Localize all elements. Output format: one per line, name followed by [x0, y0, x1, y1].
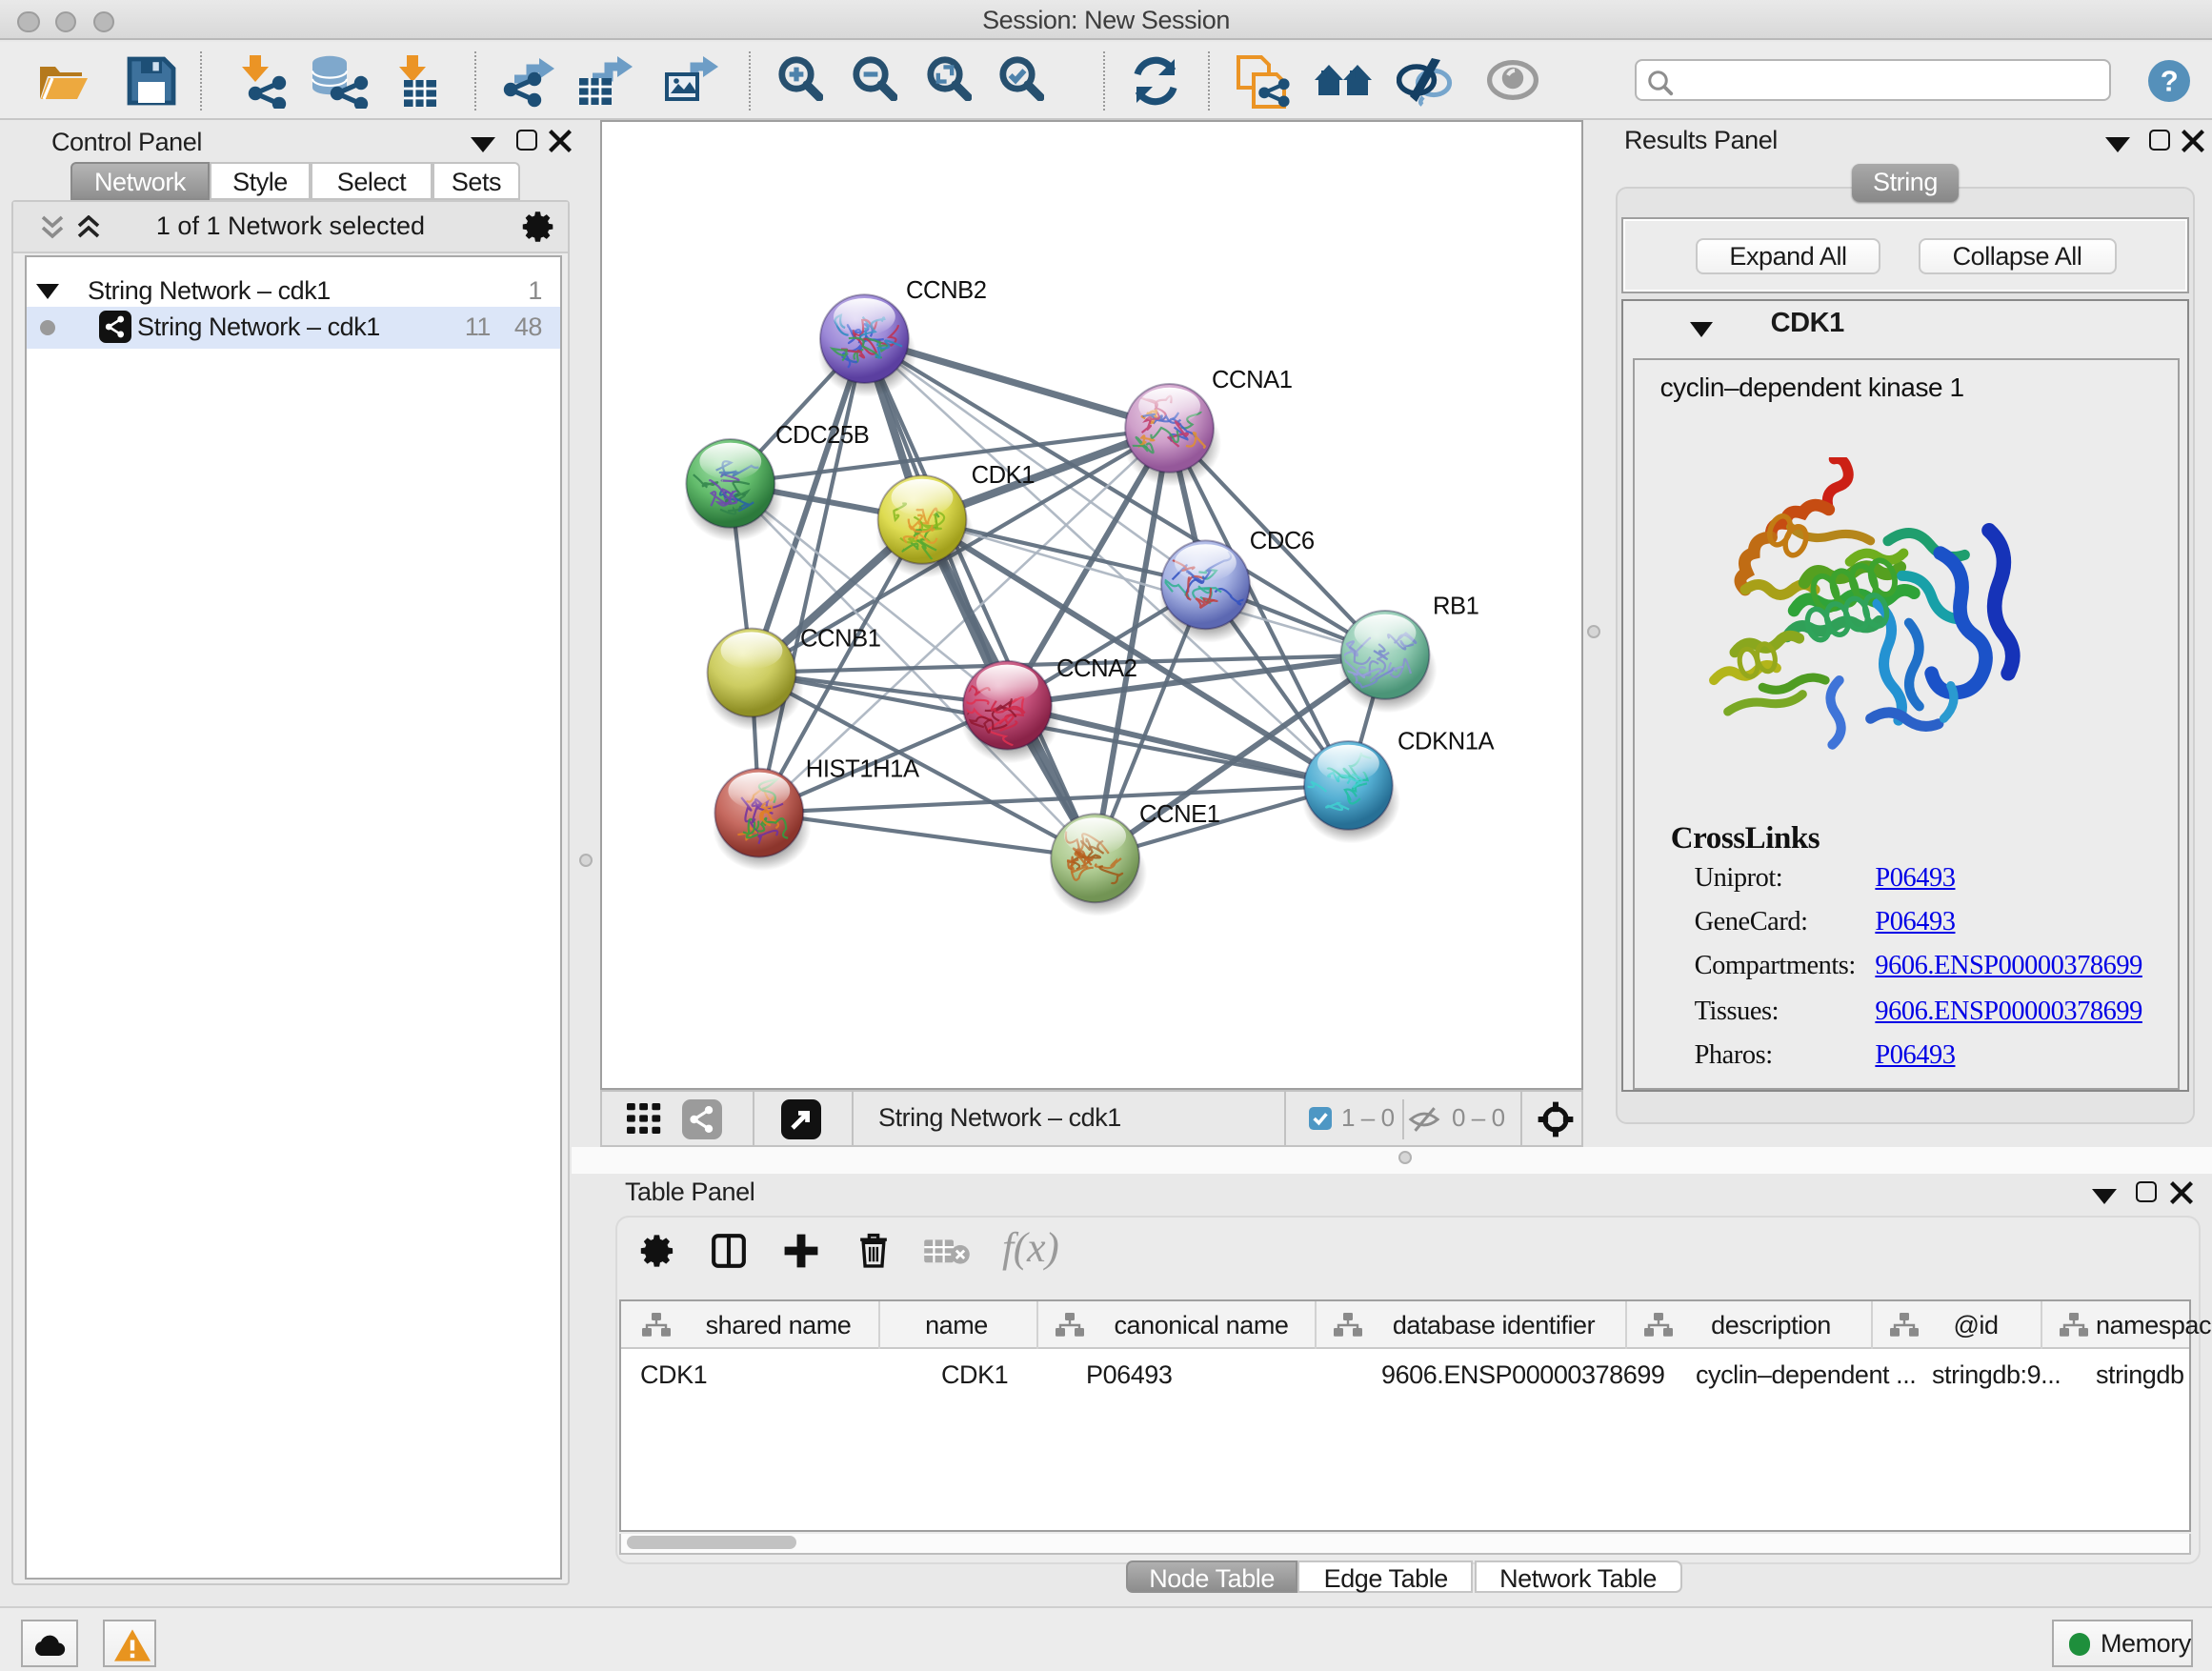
svg-text:RB1: RB1 — [1433, 592, 1478, 618]
svg-text:CDK1: CDK1 — [972, 461, 1036, 488]
svg-text:CCNA2: CCNA2 — [1056, 654, 1137, 681]
svg-text:CCNE1: CCNE1 — [1139, 800, 1220, 827]
svg-text:CCNB2: CCNB2 — [906, 276, 987, 303]
svg-text:CCNA1: CCNA1 — [1212, 366, 1293, 393]
svg-text:?: ? — [2161, 64, 2179, 97]
svg-text:CDC6: CDC6 — [1250, 527, 1315, 554]
svg-text:CDKN1A: CDKN1A — [1398, 728, 1496, 755]
svg-text:CCNB1: CCNB1 — [800, 625, 881, 652]
svg-text:CDC25B: CDC25B — [775, 421, 869, 448]
svg-text:HIST1H1A: HIST1H1A — [806, 755, 920, 782]
